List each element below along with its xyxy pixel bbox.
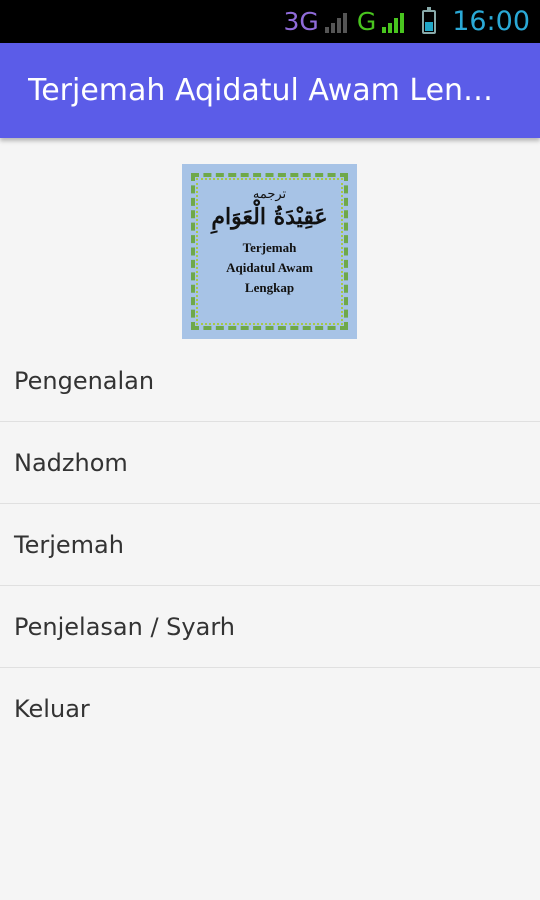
- status-clock: 16:00: [452, 6, 530, 37]
- menu-item-terjemah[interactable]: Terjemah: [0, 504, 540, 586]
- logo-latin-line: Aqidatul Awam: [226, 260, 313, 275]
- app-bar: Terjemah Aqidatul Awam Len…: [0, 43, 540, 138]
- logo-latin-line: Terjemah: [242, 240, 297, 255]
- app-logo-image: ترجمه عَقِيْدَةُ الْعَوَامِ Terjemah Aqi…: [182, 164, 357, 339]
- status-bar: 3G G 16:00: [0, 0, 540, 43]
- menu-item-pengenalan[interactable]: Pengenalan: [0, 340, 540, 422]
- network-g-label: G: [356, 7, 377, 36]
- menu-item-nadzhom[interactable]: Nadzhom: [0, 422, 540, 504]
- signal-strength-icon: [382, 11, 405, 33]
- signal-strength-icon: [324, 11, 347, 33]
- network-3g-label: 3G: [283, 7, 319, 36]
- menu-item-keluar[interactable]: Keluar: [0, 668, 540, 750]
- logo-frame: ترجمه عَقِيْدَةُ الْعَوَامِ Terjemah Aqi…: [191, 173, 348, 330]
- battery-icon: [422, 6, 437, 34]
- menu-item-penjelasan[interactable]: Penjelasan / Syarh: [0, 586, 540, 668]
- app-title: Terjemah Aqidatul Awam Len…: [28, 73, 494, 108]
- main-menu-list: Pengenalan Nadzhom Terjemah Penjelasan /…: [0, 340, 540, 750]
- logo-latin-title: Terjemah Aqidatul Awam Lengkap: [226, 238, 313, 298]
- logo-latin-line: Lengkap: [244, 280, 295, 295]
- logo-arabic-title: عَقِيْدَةُ الْعَوَامِ: [211, 204, 328, 230]
- logo-arabic-caption: ترجمه: [252, 187, 287, 202]
